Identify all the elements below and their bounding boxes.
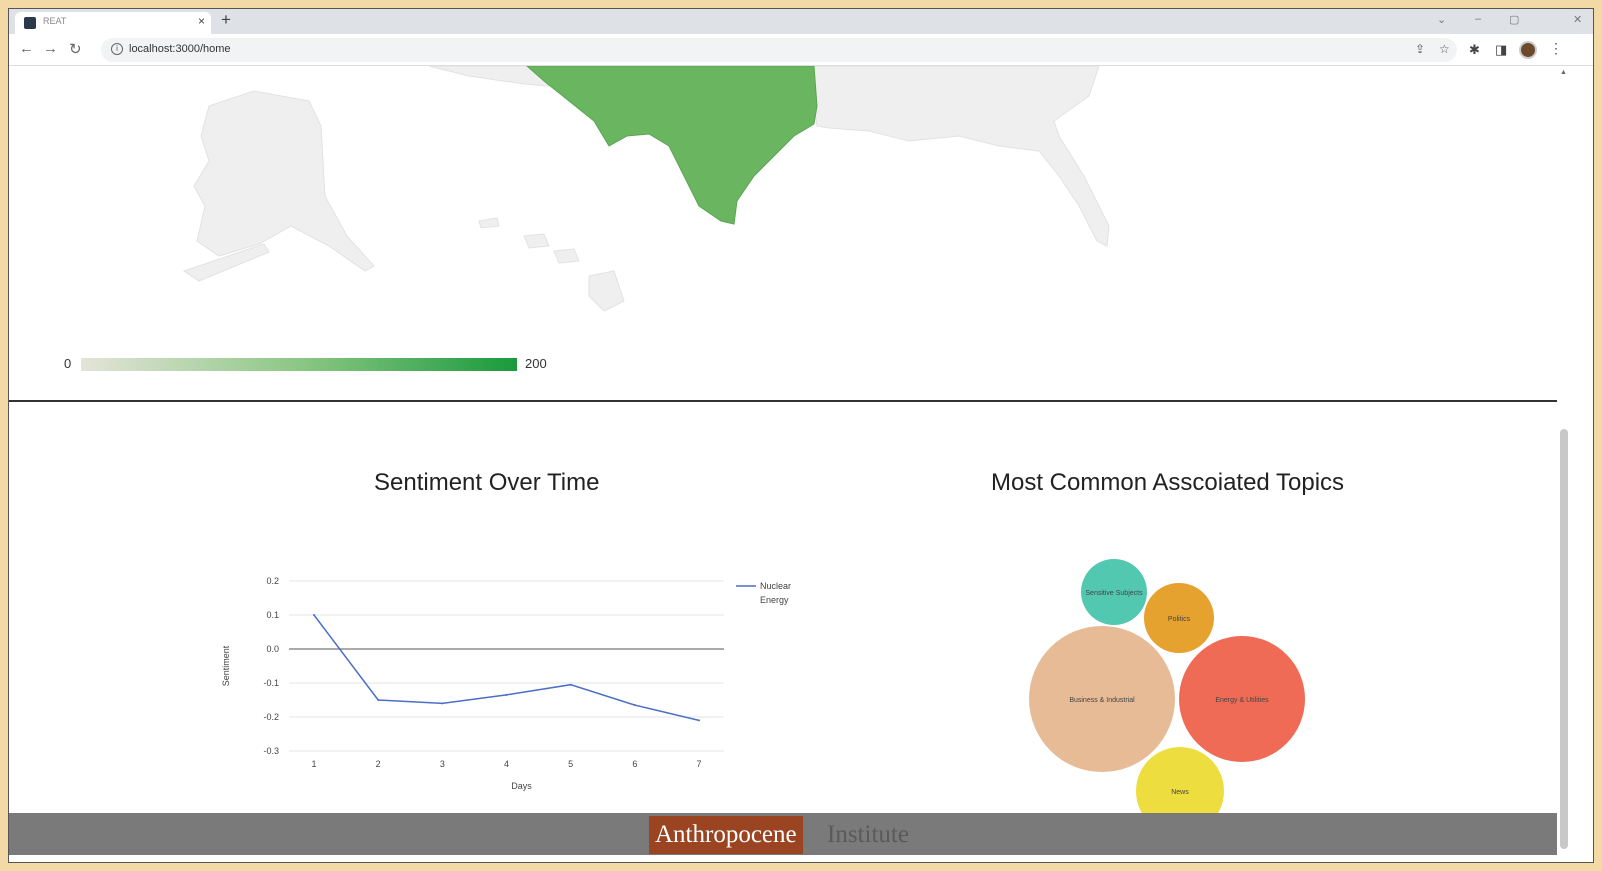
share-icon[interactable]: ⇪ [1415, 42, 1425, 56]
series-line [313, 614, 700, 722]
site-info-icon[interactable]: i [111, 43, 123, 55]
tab-title: REAT [43, 16, 67, 26]
sentiment-chart-title: Sentiment Over Time [374, 469, 600, 496]
data-point [633, 704, 636, 707]
y-tick-label: 0.1 [266, 610, 279, 620]
window-close-icon[interactable]: ✕ [1573, 13, 1582, 26]
x-tick-label: 3 [440, 759, 445, 769]
maximize-icon[interactable]: ▢ [1509, 13, 1519, 26]
x-tick-label: 6 [632, 759, 637, 769]
choropleth-map-panel: 0 200 [9, 66, 1557, 402]
x-tick-label: 1 [311, 759, 316, 769]
side-panel-icon[interactable]: ◨ [1495, 42, 1507, 58]
topics-bubble-chart: Sensitive Subjects Politics Business & Ind… [1029, 559, 1305, 835]
data-point [698, 719, 700, 722]
extensions-icon[interactable]: ✱ [1469, 42, 1480, 58]
alaska-shape [193, 90, 375, 272]
y-tick-label: -0.1 [263, 678, 279, 688]
forward-icon[interactable]: → [43, 40, 58, 57]
favicon-icon [24, 17, 36, 29]
close-tab-icon[interactable]: × [198, 14, 205, 28]
data-point [441, 702, 444, 705]
tab-search-icon[interactable]: ⌄ [1437, 13, 1446, 26]
new-tab-icon[interactable]: + [221, 10, 231, 30]
profile-avatar[interactable] [1519, 41, 1537, 59]
topic-bubble-label: News [1171, 789, 1189, 796]
scroll-up-arrow-icon[interactable]: ▲ [1560, 69, 1567, 76]
eastern-states-shape [808, 66, 1110, 247]
y-tick-label: -0.3 [263, 746, 279, 756]
page-content: 0 200 Sentiment Over Time Most Common As… [9, 66, 1557, 862]
sentiment-line-chart: 0.2 0.1 0.0 -0.1 -0.2 -0.3 1 2 3 4 5 6 7 Days Sentimen… [221, 576, 791, 791]
topic-bubble-label: Energy & Utilities [1215, 697, 1269, 704]
x-tick-label: 7 [696, 759, 701, 769]
data-point [569, 683, 572, 686]
us-map [182, 66, 1110, 312]
back-icon[interactable]: ← [19, 40, 34, 57]
scrollbar-thumb[interactable] [1560, 429, 1568, 849]
browser-toolbar: ← → ↻ i localhost:3000/home ⇪ ☆ ✱ ◨ ⋮ [9, 34, 1593, 66]
y-tick-label: 0.0 [266, 644, 279, 654]
footer: Anthropocene Institute [9, 813, 1557, 855]
menu-kebab-icon[interactable]: ⋮ [1549, 40, 1563, 57]
topic-bubble-label: Business & Industrial [1069, 697, 1135, 704]
legend-color-scale [81, 358, 517, 371]
y-tick-label: 0.2 [266, 576, 279, 586]
y-axis-label: Sentiment [221, 645, 231, 686]
data-point [313, 614, 315, 616]
legend-max-label: 200 [525, 356, 547, 371]
hawaii-islands-shape [478, 217, 625, 312]
x-tick-label: 4 [504, 759, 509, 769]
x-axis-label: Days [511, 781, 532, 791]
legend-label: Nuclear [760, 581, 791, 591]
texas-shape [526, 66, 818, 225]
topic-bubble-label: Politics [1168, 616, 1191, 623]
tab-bar: REAT × + ⌄ – ▢ ✕ [9, 9, 1593, 34]
x-tick-label: 5 [568, 759, 573, 769]
legend-label: Energy [760, 595, 789, 605]
logo-anthropocene[interactable]: Anthropocene [649, 816, 803, 854]
topics-chart-title: Most Common Asscoiated Topics [991, 469, 1345, 496]
x-tick-label: 2 [376, 759, 381, 769]
bookmark-star-icon[interactable]: ☆ [1439, 42, 1450, 56]
data-point [505, 693, 508, 696]
legend-min-label: 0 [64, 356, 72, 371]
minimize-icon[interactable]: – [1475, 13, 1481, 25]
browser-window: REAT × + ⌄ – ▢ ✕ ← → ↻ i localhost:3000/… [8, 8, 1594, 863]
url-text[interactable]: localhost:3000/home [129, 43, 231, 55]
reload-icon[interactable]: ↻ [69, 40, 82, 58]
logo-institute[interactable]: Institute [827, 816, 909, 854]
data-point [377, 699, 380, 701]
topic-bubble-label: Sensitive Subjects [1085, 590, 1143, 597]
y-tick-label: -0.2 [263, 712, 279, 722]
address-bar[interactable]: i localhost:3000/home ⇪ ☆ [101, 38, 1457, 62]
browser-tab[interactable]: REAT × [15, 12, 211, 34]
